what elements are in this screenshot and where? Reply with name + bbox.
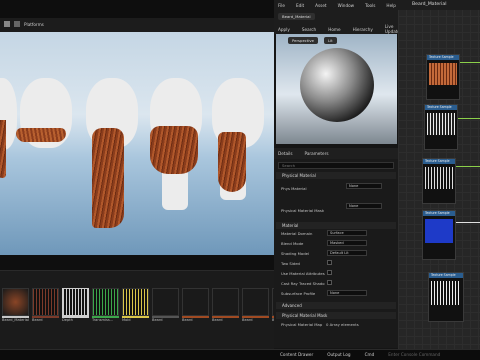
search-input[interactable]: Search [278, 162, 394, 169]
wire [456, 166, 480, 167]
asset-label: Transmiss... [92, 318, 114, 322]
prop-dropdown[interactable]: Default Lit [327, 250, 367, 256]
prop-label: Physical Material Mask [281, 208, 325, 213]
status-bar: Content Drawer Output Log Cmd Enter Cons… [0, 349, 480, 360]
prop-checkbox[interactable] [327, 270, 332, 275]
texture-sample-node[interactable]: Texture Sample [426, 54, 460, 100]
asset-label: Depth [62, 318, 73, 322]
asset-thumbnail[interactable] [32, 288, 59, 316]
prop-checkbox[interactable] [327, 280, 332, 285]
asset-label: Beard [32, 318, 43, 322]
section-physical-material-mask[interactable]: Physical Material Mask [276, 312, 396, 319]
hierarchy-button[interactable]: Hierarchy [353, 27, 373, 32]
prop-label: Use Material Attributes [281, 271, 325, 276]
asset-thumbnail[interactable] [182, 288, 209, 316]
console-input[interactable]: Enter Console Command [388, 352, 440, 357]
asset-label: Beard [182, 318, 193, 322]
asset-thumbnail[interactable] [2, 288, 29, 316]
asset-thumbnail[interactable] [152, 288, 179, 316]
asset-label: Beard [212, 318, 223, 322]
prop-label: Blend Mode [281, 241, 304, 246]
content-browser-toolbar [0, 255, 274, 270]
menu-item-asset[interactable]: Asset [315, 3, 326, 8]
tab-parameters[interactable]: Parameters [305, 151, 329, 156]
home-button[interactable]: Home [328, 27, 340, 32]
save-icon[interactable] [14, 21, 20, 27]
material-toolbar: File Edit Asset Window Tools Help Beard_… [274, 0, 400, 34]
cmd-button[interactable]: Cmd [365, 352, 375, 357]
prop-dropdown[interactable]: Masked [327, 240, 367, 246]
prop-label: Subsurface Profile [281, 291, 316, 296]
lit-button[interactable]: Lit [324, 37, 337, 44]
perspective-button[interactable]: Perspective [288, 37, 318, 44]
prop-label: Cast Ray Traced Shado [281, 281, 325, 286]
mustache-model [16, 128, 66, 142]
menu-item-file[interactable]: File [278, 3, 285, 8]
tab-beard-material[interactable]: Beard_Material [278, 13, 315, 20]
texture-sample-node[interactable]: Texture Sample [424, 104, 458, 150]
menu-item-window[interactable]: Window [338, 3, 355, 8]
viewport-toolbar: Platforms [0, 18, 274, 32]
preview-sphere [300, 48, 374, 122]
menu-item-edit[interactable]: Edit [296, 3, 304, 8]
asset-thumbnail[interactable] [242, 288, 269, 316]
prop-checkbox[interactable] [327, 260, 332, 265]
section-advanced[interactable]: Advanced [276, 302, 396, 309]
wire [458, 118, 480, 119]
apply-button[interactable]: Apply [278, 27, 290, 32]
asset-thumbnail[interactable] [92, 288, 119, 316]
content-drawer-button[interactable]: Content Drawer [280, 352, 313, 357]
grid-icon[interactable] [4, 21, 10, 27]
search-button[interactable]: Search [302, 27, 316, 32]
phys-material-mask-dropdown[interactable]: None [346, 203, 382, 209]
asset-label: Beard [152, 318, 163, 322]
prop-label: Physical Material Map [281, 322, 323, 327]
output-log-button[interactable]: Output Log [327, 352, 350, 357]
wire [460, 62, 480, 63]
prop-dropdown[interactable]: None [327, 290, 367, 296]
prop-label: Phys Material [281, 186, 307, 191]
texture-sample-node[interactable]: Texture Sample [422, 158, 456, 204]
beard-model [150, 126, 198, 174]
asset-thumbnail[interactable] [122, 288, 149, 316]
section-physical-material[interactable]: Physical Material [276, 172, 396, 179]
asset-thumbnail[interactable] [212, 288, 239, 316]
asset-thumbnail[interactable] [62, 288, 89, 316]
texture-sample-node[interactable]: Texture Sample [428, 272, 464, 322]
prop-label: Material Domain [281, 231, 313, 236]
asset-label: Beard_Material [2, 318, 29, 322]
phys-material-dropdown[interactable]: None [346, 183, 382, 189]
beard-model [0, 120, 6, 178]
prop-label: Two Sided [281, 261, 300, 266]
menu-item-help[interactable]: Help [386, 3, 396, 8]
asset-label: Mold [122, 318, 131, 322]
graph-title: Beard_Material [398, 0, 480, 10]
texture-sample-node[interactable]: Texture Sample [422, 210, 456, 260]
menu-bar-left [0, 0, 274, 18]
section-material[interactable]: Material [276, 222, 396, 229]
beard-model [218, 132, 246, 192]
prop-dropdown[interactable]: Surface [327, 230, 367, 236]
tab-details[interactable]: Details [278, 151, 293, 156]
menu-item-tools[interactable]: Tools [365, 3, 375, 8]
prop-label: Shading Model [281, 251, 310, 256]
platforms-menu[interactable]: Platforms [24, 22, 44, 27]
wire [456, 222, 480, 223]
beard-model [92, 128, 124, 228]
asset-label: Beard [242, 318, 253, 322]
prop-value: 0 Array elements [326, 322, 359, 327]
